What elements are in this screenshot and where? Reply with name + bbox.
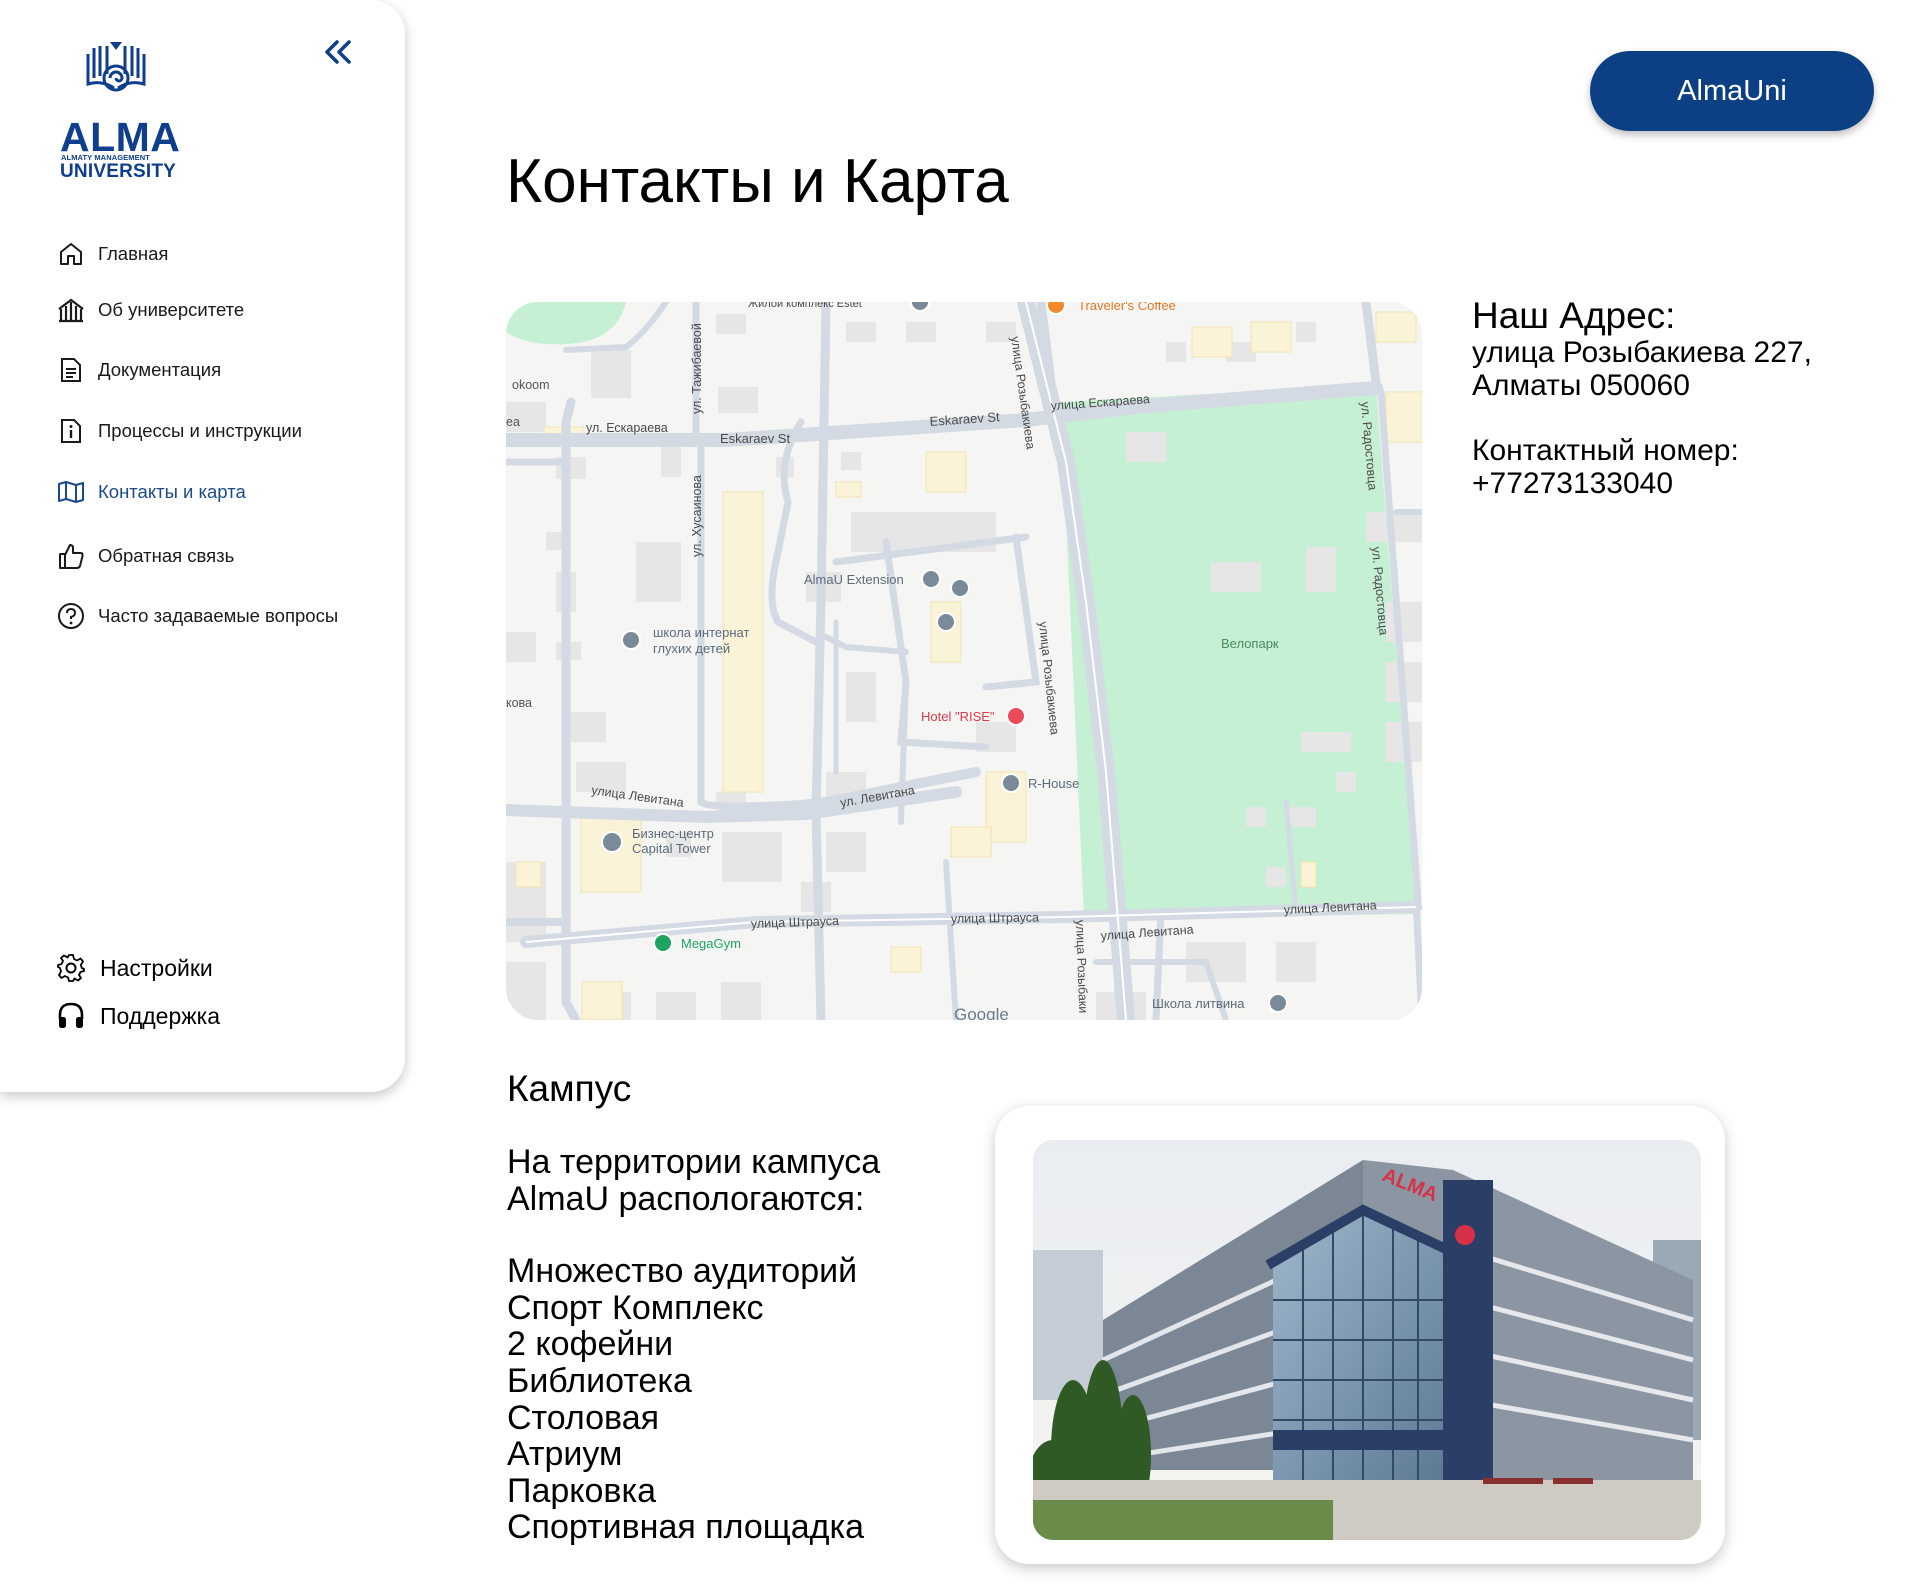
sidebar-item-label: Обратная связь: [98, 545, 235, 566]
map-label-zhk: Жилой комплекс Estet: [748, 302, 862, 310]
address-block: Наш Адрес: улица Розыбакиева 227, Алматы…: [1472, 295, 1912, 501]
question-icon: [56, 601, 86, 631]
google-logo: Google: [954, 1005, 1009, 1020]
map-label-shtrausa-2: улица Штрауса: [951, 910, 1039, 926]
home-icon: [56, 239, 86, 269]
poi-hotel-rise[interactable]: Hotel "RISE": [921, 706, 1026, 726]
support-label: Поддержка: [100, 1002, 220, 1029]
svg-text:Велопарк: Велопарк: [1221, 636, 1279, 651]
campus-list-item: Столовая: [507, 1398, 660, 1437]
campus-list-item: Спортивная площадка: [507, 1508, 864, 1547]
sidebar-item-label: Главная: [98, 243, 169, 264]
sidebar-item-documentation[interactable]: Документация: [56, 354, 221, 386]
sidebar-item-label: Документация: [98, 359, 222, 380]
map-label-okoom: okoom: [512, 378, 550, 392]
poi-velopark[interactable]: Велопарк: [1221, 636, 1279, 651]
svg-text:MegaGym: MegaGym: [681, 936, 741, 951]
double-chevron-left-icon: [325, 40, 351, 64]
support-button[interactable]: Поддержка: [56, 1000, 220, 1032]
phone-title: Контактный номер:: [1472, 434, 1739, 467]
sidebar-item-label: Контакты и карта: [98, 481, 246, 502]
sidebar-item-about[interactable]: Об университете: [56, 294, 244, 326]
svg-text:AlmaU Extension: AlmaU Extension: [804, 572, 904, 587]
map-label-tazhibaevoy: ул. Тажибаевой: [690, 323, 704, 414]
sidebar-item-home[interactable]: Главная: [56, 238, 168, 270]
svg-text:школа интернат: школа интернат: [653, 625, 749, 640]
sidebar-item-contacts[interactable]: Контакты и карта: [56, 476, 246, 508]
map-label-kova: кова: [506, 696, 532, 710]
sidebar-item-feedback[interactable]: Обратная связь: [56, 540, 234, 572]
campus-description: На территории кампуса AlmaU распологаютс…: [507, 1144, 880, 1546]
campus-intro-2: AlmaU распологаются:: [507, 1179, 865, 1218]
university-icon: [56, 295, 86, 325]
campus-list-item: Атриум: [507, 1435, 623, 1474]
sidebar: ALMA ALMATY MANAGEMENT UNIVERSITY Главна…: [0, 0, 405, 1092]
campus-list-item: Спорт Комплекс: [507, 1288, 764, 1327]
campus-list-item: Библиотека: [507, 1361, 692, 1400]
almauni-brand-button[interactable]: AlmaUni: [1590, 51, 1874, 131]
poi-r-house[interactable]: R-House: [1001, 773, 1079, 793]
campus-title: Кампус: [507, 1068, 632, 1109]
university-logo[interactable]: ALMA ALMATY MANAGEMENT UNIVERSITY: [58, 40, 180, 185]
map-icon: [56, 477, 86, 507]
campus-building-photo[interactable]: ALMA: [1033, 1140, 1701, 1540]
svg-text:Capital Tower: Capital Tower: [632, 841, 711, 856]
collapse-sidebar-button[interactable]: [322, 38, 354, 66]
svg-text:Бизнес-центр: Бизнес-центр: [632, 826, 714, 841]
svg-text:Школа литвина: Школа литвина: [1152, 996, 1245, 1011]
map-label-eskaraeva-left: ул. Ескараева: [586, 421, 668, 435]
sidebar-item-label: Об университете: [98, 299, 245, 320]
campus-list-item: Парковка: [507, 1471, 657, 1510]
info-document-icon: [56, 416, 86, 446]
svg-text:Traveler's Coffee: Traveler's Coffee: [1078, 302, 1176, 313]
sidebar-item-label: Часто задаваемые вопросы: [98, 605, 339, 626]
address-line-2: Алматы 050060: [1472, 369, 1690, 402]
address-title: Наш Адрес:: [1472, 295, 1676, 336]
svg-text:R-House: R-House: [1028, 776, 1079, 791]
svg-text:глухих детей: глухих детей: [653, 641, 730, 656]
phone-number[interactable]: +77273133040: [1472, 467, 1912, 500]
poi-megagym[interactable]: MegaGym: [653, 933, 741, 953]
document-icon: [56, 355, 86, 385]
thumbs-up-icon: [56, 541, 86, 571]
campus-intro-1: На территории кампуса: [507, 1143, 881, 1181]
page-title: Контакты и Карта: [506, 147, 1009, 216]
sidebar-item-processes[interactable]: Процессы и инструкции: [56, 415, 302, 447]
settings-button[interactable]: Настройки: [56, 952, 213, 984]
headphones-icon: [56, 1001, 86, 1031]
campus-map[interactable]: ул. Ескараева Eskaraev St Eskaraev St ул…: [506, 302, 1422, 1020]
map-label-khusainova: ул. Хусаинова: [690, 475, 704, 557]
logo-university: UNIVERSITY: [60, 161, 177, 182]
open-book-logo-icon: [86, 42, 146, 92]
campus-list-item: Множество аудиторий: [507, 1252, 858, 1291]
map-label-eskaraev-st: Eskaraev St: [720, 431, 790, 446]
sidebar-item-faq[interactable]: Часто задаваемые вопросы: [56, 600, 338, 632]
sidebar-item-label: Процессы и инструкции: [98, 420, 302, 441]
poi-zhk-estet[interactable]: [910, 302, 930, 312]
gear-icon: [56, 953, 86, 983]
settings-label: Настройки: [100, 954, 213, 981]
map-label-ea: ea: [506, 415, 520, 429]
address-line-1: улица Розыбакиева 227,: [1472, 336, 1812, 369]
campus-list-item: 2 кофейни: [507, 1325, 674, 1364]
campus-photo-card: ALMA: [995, 1106, 1725, 1564]
svg-text:Hotel "RISE": Hotel "RISE": [921, 709, 995, 724]
